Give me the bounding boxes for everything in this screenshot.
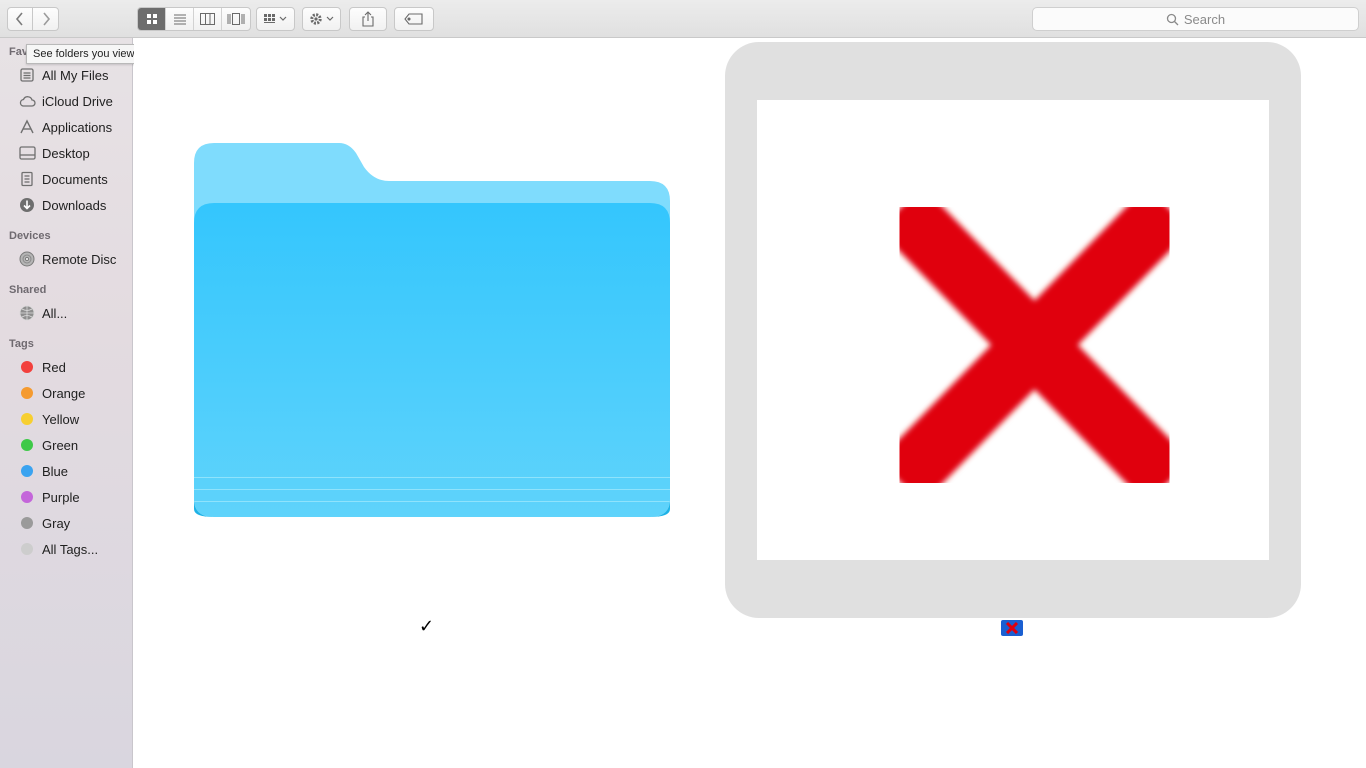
tag-color-dot [21,465,33,477]
sidebar-item-label: Green [42,437,79,453]
tag-color-dot [21,413,33,425]
sidebar-item-remote-disc[interactable]: Remote Disc [0,247,132,271]
forward-button[interactable] [33,7,59,31]
tag-color-dot [21,439,33,451]
tag-button[interactable] [394,7,434,31]
sidebar-item-desktop[interactable]: Desktop [0,141,132,165]
sidebar-item-label: Downloads [42,197,107,213]
tag-color-dot [21,517,33,529]
sidebar-item-all-my-files[interactable]: All My Files [0,63,132,87]
sidebar-item-label: Documents [42,171,108,187]
icon-view-button[interactable] [138,8,166,30]
sidebar-item-label: Yellow [42,411,80,427]
disc-icon [18,250,36,268]
tag-color-dot [21,543,33,555]
share-icon [362,11,374,27]
small-x-icon [1001,620,1023,636]
icon-view-icon [146,14,157,24]
sidebar-item-downloads[interactable]: Downloads [0,193,132,217]
tag-icon [404,13,423,25]
sidebar-item-label: Remote Disc [42,251,117,267]
tag-color-dot [21,361,33,373]
preview-image [757,100,1269,560]
network-icon [18,304,36,322]
tags-header: Tags [9,338,34,350]
sidebar-item-label: Blue [42,463,69,479]
applications-icon [18,118,36,136]
search-icon [1166,13,1179,25]
sidebar-item-all-shared[interactable]: All... [0,301,132,325]
cloud-icon [18,92,36,110]
toolbar: Search [0,0,1366,38]
tag-color-dot [21,491,33,503]
preview-frame [725,42,1301,618]
gear-icon [309,13,333,25]
sidebar-item-label: iCloud Drive [42,93,113,109]
sidebar-tag-purple[interactable]: Purple [0,485,132,509]
action-button[interactable] [302,7,341,31]
chevron-right-icon [42,12,50,26]
sidebar-tag-orange[interactable]: Orange [0,381,132,405]
sidebar-tag-blue[interactable]: Blue [0,459,132,483]
sidebar-item-label: Red [42,359,66,375]
sidebar-tag-red[interactable]: Red [0,355,132,379]
chevron-left-icon [15,12,23,26]
check-mark: ✓ [419,616,435,636]
sidebar-item-applications[interactable]: Applications [0,115,132,139]
sidebar-item-icloud-drive[interactable]: iCloud Drive [0,89,132,113]
sidebar-tag-green[interactable]: Green [0,433,132,457]
sidebar-item-label: Desktop [42,145,90,161]
sidebar-item-label: Applications [42,119,113,135]
search-field[interactable]: Search [1032,7,1359,31]
sidebar-item-label: Orange [42,385,86,401]
sidebar-item-label: All Tags... [42,541,99,557]
documents-icon [18,170,36,188]
all-files-icon [18,66,36,84]
sidebar-item-label: All My Files [42,67,109,83]
shared-header: Shared [9,284,47,296]
sidebar-item-label: Purple [42,489,80,505]
sidebar-tag-yellow[interactable]: Yellow [0,407,132,431]
search-placeholder: Search [1183,11,1226,27]
arrange-grid-icon [263,14,286,23]
cover-flow-button[interactable] [222,8,250,30]
cover-flow-icon [227,13,245,25]
column-view-button[interactable] [194,8,222,30]
folder-icon[interactable] [194,143,670,519]
sidebar-item-label: All... [42,305,68,321]
sidebar-item-label: Gray [42,515,71,531]
sidebar-item-documents[interactable]: Documents [0,167,132,191]
sidebar-tag-all-tags[interactable]: All Tags... [0,537,132,561]
devices-header: Devices [9,230,51,242]
content-area: ✓ [134,39,1366,768]
list-view-button[interactable] [166,8,194,30]
back-button[interactable] [7,7,33,31]
share-button[interactable] [349,7,387,31]
view-mode-control [137,7,251,31]
desktop-icon [18,144,36,162]
list-view-icon [173,14,186,25]
sidebar-tag-gray[interactable]: Gray [0,511,132,535]
arrange-button[interactable] [256,7,295,31]
red-x-icon [878,186,1191,504]
sidebar: Fav All My Files iCloud Drive Applicatio… [0,38,133,768]
downloads-icon [18,196,36,214]
column-view-icon [200,13,215,25]
tag-color-dot [21,387,33,399]
